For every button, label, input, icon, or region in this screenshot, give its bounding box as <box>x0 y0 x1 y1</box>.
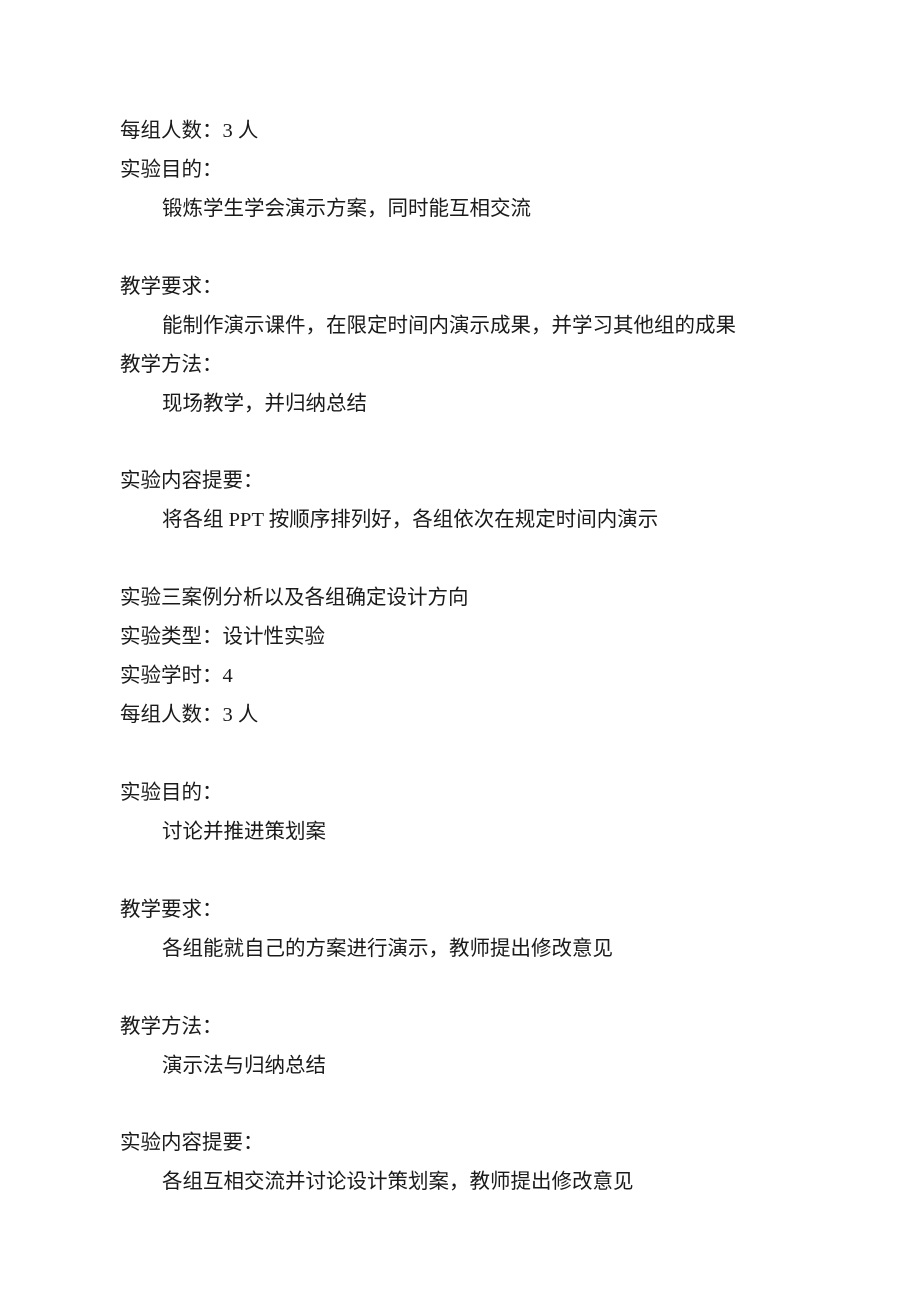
teaching-requirement-text-2: 各组能就自己的方案进行演示，教师提出修改意见 <box>120 930 800 969</box>
blank-line <box>120 229 800 268</box>
objective-text-2: 讨论并推进策划案 <box>120 813 800 852</box>
objective-text: 锻炼学生学会演示方案，同时能互相交流 <box>120 190 800 229</box>
experiment3-title: 实验三案例分析以及各组确定设计方向 <box>120 579 800 618</box>
group-size-line-2: 每组人数：3 人 <box>120 696 800 735</box>
content-summary-text: 将各组 PPT 按顺序排列好，各组依次在规定时间内演示 <box>120 501 800 540</box>
objective-heading-2: 实验目的： <box>120 774 800 813</box>
teaching-requirement-heading: 教学要求： <box>120 268 800 307</box>
blank-line <box>120 735 800 774</box>
teaching-method-heading-2: 教学方法： <box>120 1008 800 1047</box>
teaching-requirement-text: 能制作演示课件，在限定时间内演示成果，并学习其他组的成果 <box>120 307 800 346</box>
experiment-hours-line: 实验学时：4 <box>120 657 800 696</box>
blank-line <box>120 969 800 1008</box>
teaching-method-text-2: 演示法与归纳总结 <box>120 1047 800 1086</box>
blank-line <box>120 1085 800 1124</box>
content-summary-text-2: 各组互相交流并讨论设计策划案，教师提出修改意见 <box>120 1163 800 1202</box>
group-size-line: 每组人数：3 人 <box>120 112 800 151</box>
experiment-type-line: 实验类型：设计性实验 <box>120 618 800 657</box>
teaching-method-text: 现场教学，并归纳总结 <box>120 385 800 424</box>
teaching-requirement-heading-2: 教学要求： <box>120 891 800 930</box>
teaching-method-heading: 教学方法： <box>120 346 800 385</box>
content-summary-heading: 实验内容提要： <box>120 462 800 501</box>
content-summary-heading-2: 实验内容提要： <box>120 1124 800 1163</box>
blank-line <box>120 424 800 463</box>
objective-heading: 实验目的： <box>120 151 800 190</box>
blank-line <box>120 540 800 579</box>
blank-line <box>120 852 800 891</box>
document-page: 每组人数：3 人 实验目的： 锻炼学生学会演示方案，同时能互相交流 教学要求： … <box>0 0 920 1301</box>
